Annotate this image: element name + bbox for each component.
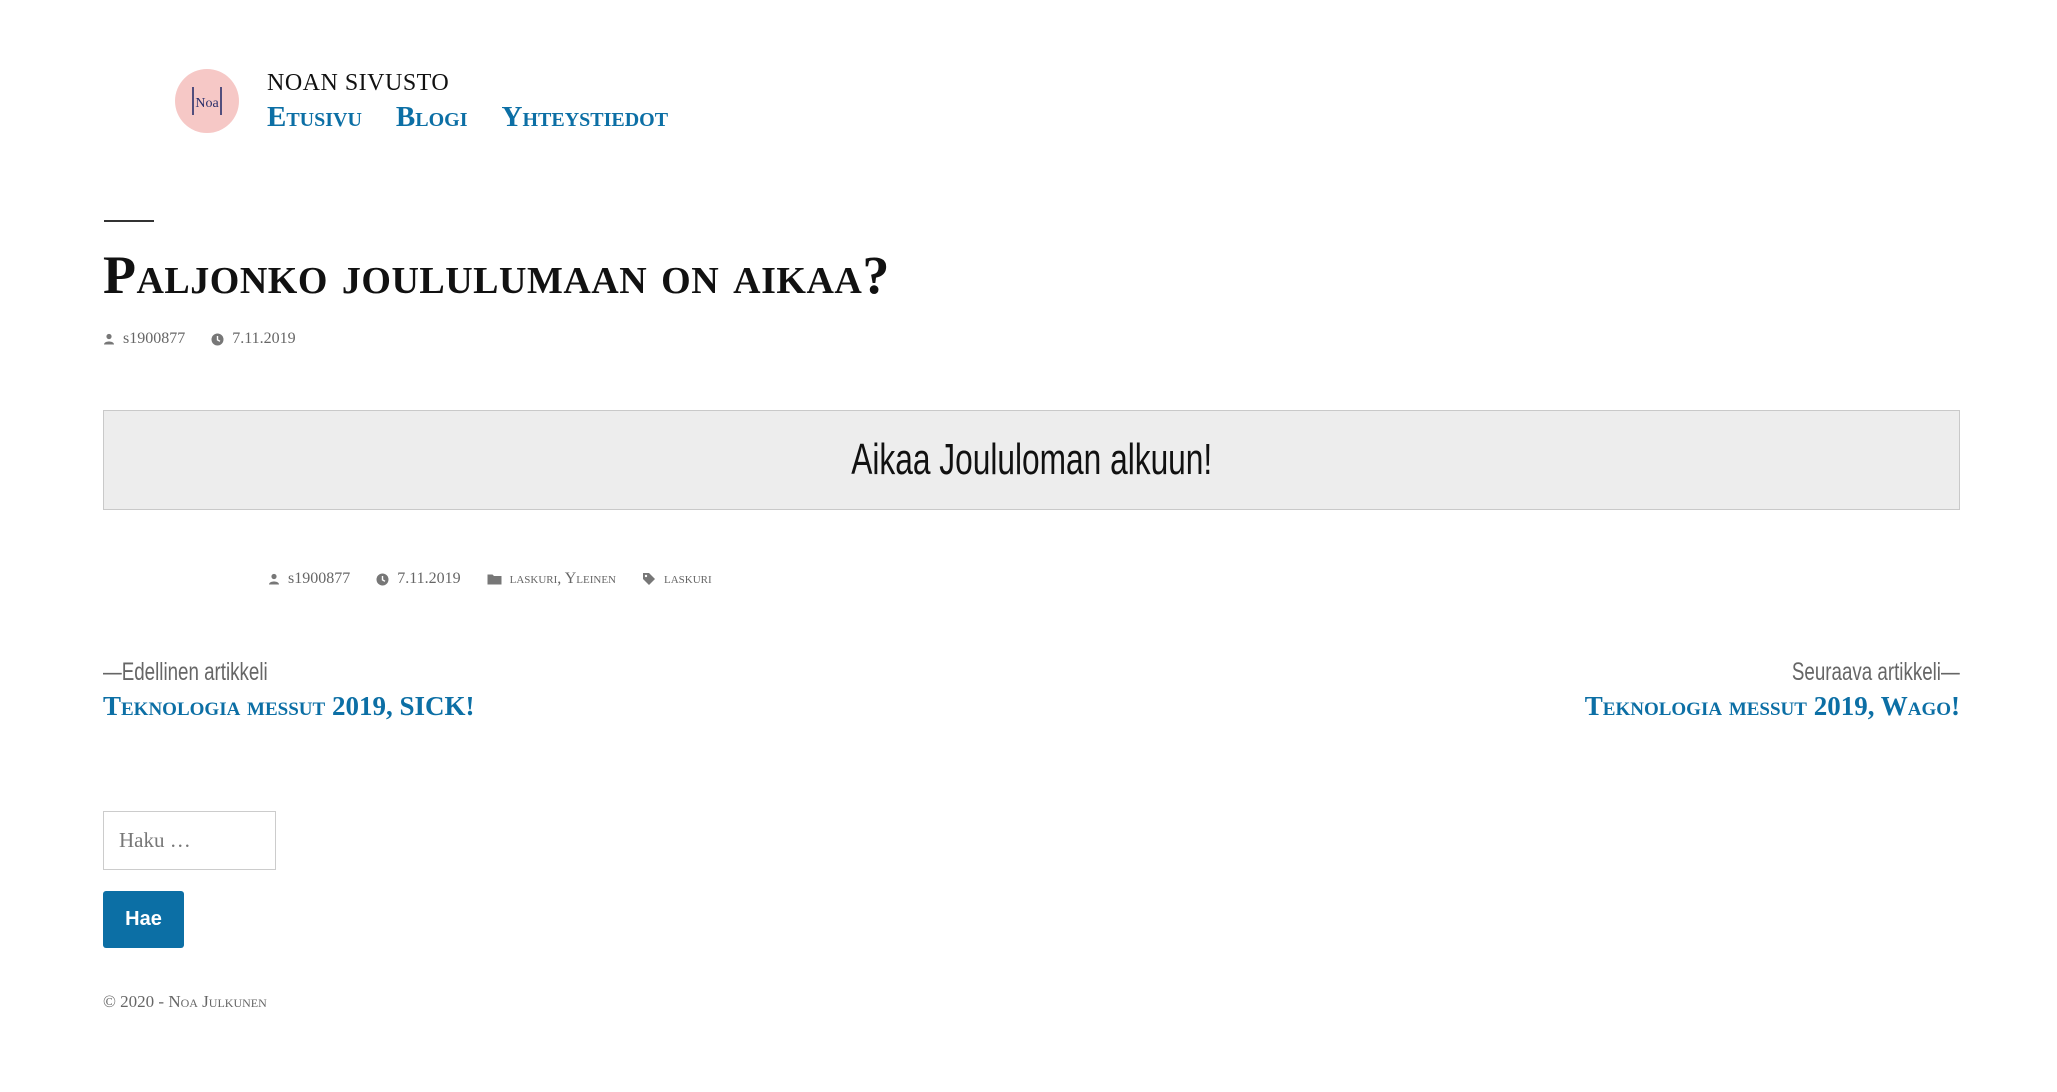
person-icon bbox=[104, 333, 114, 345]
clock-icon bbox=[376, 573, 389, 585]
entry-author-link[interactable]: s1900877 bbox=[288, 570, 350, 588]
footer-copyright: © 2020 - Noa Julkunen bbox=[103, 992, 267, 1011]
countdown-box: Aikaa Joululoman alkuun! bbox=[103, 410, 1960, 510]
person-icon bbox=[269, 573, 279, 585]
search-input[interactable] bbox=[103, 811, 276, 870]
post-author-link[interactable]: s1900877 bbox=[123, 330, 185, 348]
nav-item-etusivu[interactable]: Etusivu bbox=[267, 100, 362, 134]
site-branding: NOAN SIVUSTO Etusivu Blogi Yhteystiedot bbox=[267, 68, 668, 134]
folder-icon bbox=[487, 574, 502, 585]
site-header: Noa NOAN SIVUSTO Etusivu Blogi Yhteystie… bbox=[175, 68, 668, 134]
entry-tags: laskuri bbox=[642, 570, 712, 588]
post-title: Paljonko joululumaan on aikaa? bbox=[103, 245, 890, 305]
next-post-link[interactable]: Teknologia messut 2019, Wago! bbox=[1585, 689, 1960, 723]
title-divider bbox=[104, 220, 154, 222]
nav-item-blogi[interactable]: Blogi bbox=[396, 100, 468, 134]
post-meta: s1900877 7.11.2019 bbox=[103, 330, 296, 348]
post-date: 7.11.2019 bbox=[211, 330, 296, 348]
site-footer: © 2020 - Noa Julkunen bbox=[103, 992, 267, 1012]
post-author: s1900877 bbox=[103, 330, 185, 348]
countdown-text: Aikaa Joululoman alkuun! bbox=[850, 435, 1213, 484]
entry-categories-link[interactable]: laskuri, Yleinen bbox=[510, 570, 616, 588]
post-date-link[interactable]: 7.11.2019 bbox=[232, 330, 295, 348]
search-button[interactable]: Hae bbox=[103, 891, 184, 948]
entry-categories: laskuri, Yleinen bbox=[487, 570, 616, 588]
logo-text: Noa bbox=[195, 96, 219, 111]
post-navigation: —Edellinen artikkeli Teknologia messut 2… bbox=[103, 655, 1960, 745]
nav-next: Seuraava artikkeli— Teknologia messut 20… bbox=[1585, 655, 1960, 723]
site-title[interactable]: NOAN SIVUSTO bbox=[267, 68, 668, 98]
main-navigation: Etusivu Blogi Yhteystiedot bbox=[267, 100, 668, 134]
entry-date-link[interactable]: 7.11.2019 bbox=[397, 570, 460, 588]
entry-date: 7.11.2019 bbox=[376, 570, 461, 588]
previous-post-link[interactable]: Teknologia messut 2019, SICK! bbox=[103, 689, 474, 723]
tag-icon bbox=[642, 573, 655, 585]
site-logo[interactable]: Noa bbox=[175, 69, 239, 133]
logo-glyph: Noa bbox=[192, 87, 222, 115]
entry-footer-meta: s1900877 7.11.2019 laskuri, Yleinen lask… bbox=[268, 570, 712, 588]
nav-previous: —Edellinen artikkeli Teknologia messut 2… bbox=[103, 655, 474, 723]
entry-author: s1900877 bbox=[268, 570, 350, 588]
entry-tags-link[interactable]: laskuri bbox=[664, 570, 712, 588]
next-post-label: Seuraava artikkeli— bbox=[1792, 658, 1960, 686]
nav-item-yhteystiedot[interactable]: Yhteystiedot bbox=[502, 100, 669, 134]
clock-icon bbox=[211, 333, 224, 345]
previous-post-label: —Edellinen artikkeli bbox=[103, 658, 268, 686]
